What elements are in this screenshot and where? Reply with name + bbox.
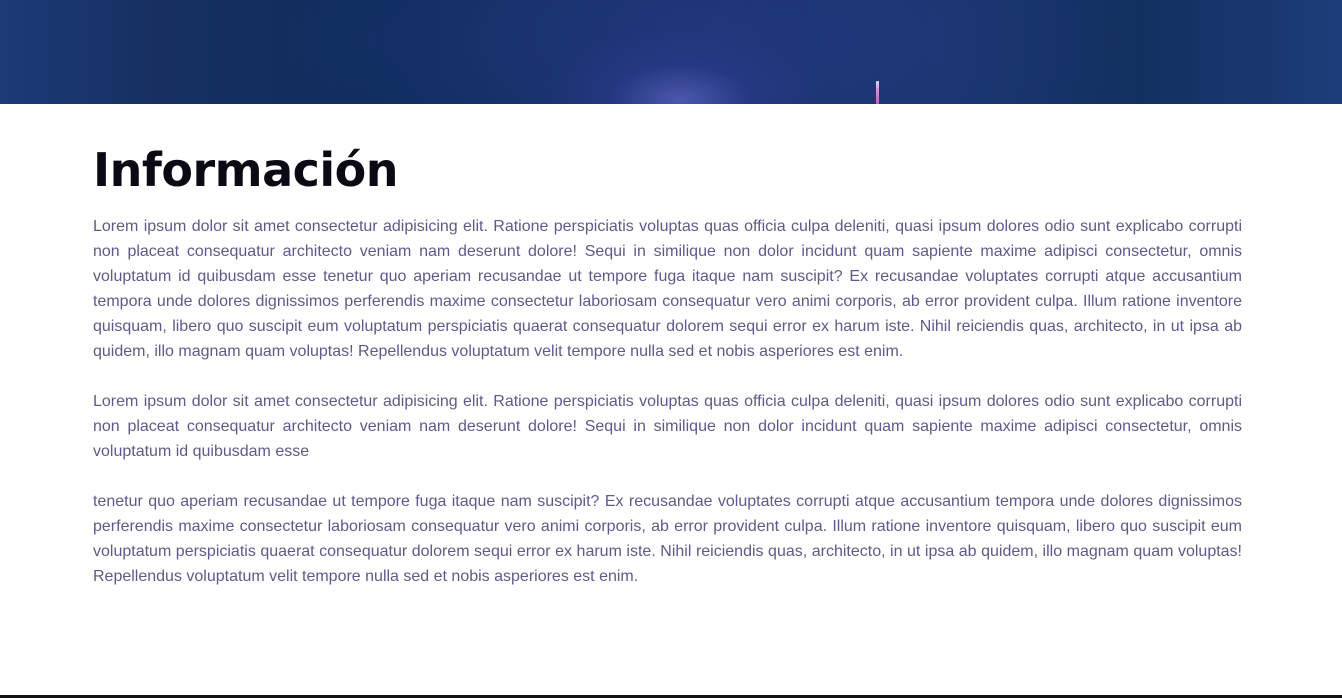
hero-banner-image: [0, 0, 1342, 104]
info-paragraph-3: tenetur quo aperiam recusandae ut tempor…: [93, 493, 1242, 585]
banner-light-streak: [876, 81, 879, 104]
info-paragraph-2: Lorem ipsum dolor sit amet consectetur a…: [93, 393, 1242, 460]
info-paragraph-1: Lorem ipsum dolor sit amet consectetur a…: [93, 218, 1242, 360]
info-section: Información Lorem ipsum dolor sit amet c…: [93, 104, 1242, 589]
page-title: Información: [93, 143, 399, 197]
